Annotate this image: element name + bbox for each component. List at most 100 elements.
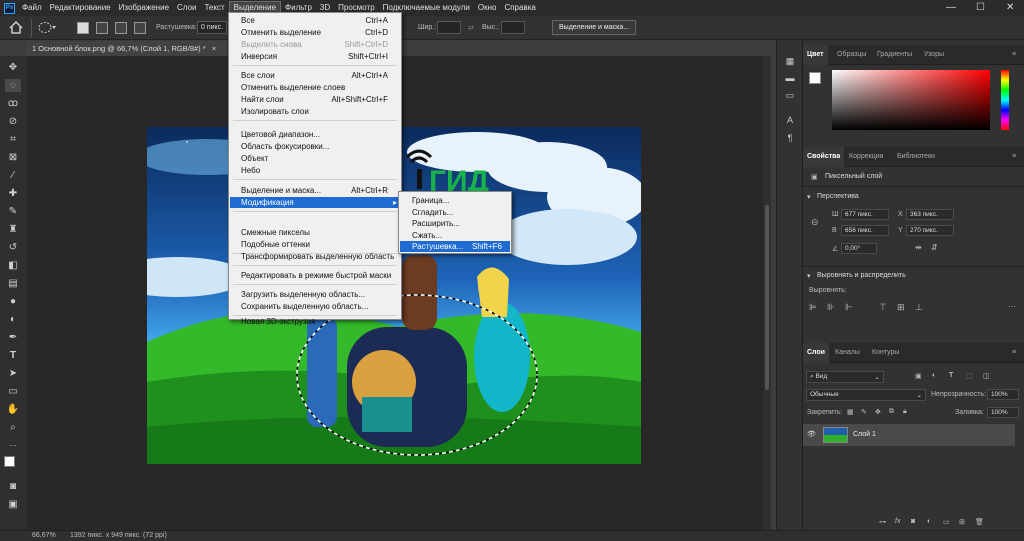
menu-item-0[interactable]: Все Ctrl+A: [230, 15, 400, 26]
menu-item-1[interactable]: Отменить выделение Ctrl+D: [230, 27, 400, 38]
swatches-panel-icon[interactable]: ▬: [783, 73, 797, 85]
menu-item-20[interactable]: Новая 3D-экструзия: [230, 316, 400, 327]
tab-adjustments[interactable]: Коррекция: [845, 147, 887, 167]
menu-item-12[interactable]: Выделение и маска... Alt+Ctrl+R: [230, 185, 400, 196]
layer-row[interactable]: 👁 Слой 1: [803, 424, 1015, 446]
menu-item-14[interactable]: Смежные пикселы: [230, 227, 400, 238]
flip-vertical-icon[interactable]: ⇵: [931, 243, 938, 252]
y-input[interactable]: 270 пикс.: [906, 225, 954, 236]
blur-tool-icon[interactable]: ●: [5, 295, 21, 308]
menu-item-4[interactable]: Все слои Alt+Ctrl+A: [230, 70, 400, 81]
color-panel-menu-icon[interactable]: ≡: [1008, 45, 1020, 65]
zoom-level[interactable]: 66,67%: [32, 532, 56, 539]
menu-help[interactable]: Справка: [500, 0, 539, 16]
fill-input[interactable]: 100%: [987, 407, 1019, 418]
layer-mask-icon[interactable]: ◙: [911, 518, 915, 525]
add-selection-icon[interactable]: [96, 22, 108, 34]
menu-layers[interactable]: Слои: [173, 0, 200, 16]
menu-item-10[interactable]: Объект: [230, 153, 400, 164]
photoshop-logo[interactable]: Ps: [4, 2, 15, 14]
pen-tool-icon[interactable]: ✒: [5, 331, 21, 344]
brush-tool-icon[interactable]: ✎: [5, 205, 21, 218]
submenu-item-3[interactable]: Сжать...: [400, 230, 510, 241]
hand-tool-icon[interactable]: ✋: [5, 403, 21, 416]
color-field[interactable]: [832, 70, 990, 130]
scrollbar-thumb[interactable]: [765, 205, 769, 390]
menu-text[interactable]: Текст: [200, 0, 228, 16]
menu-item-6[interactable]: Найти слои Alt+Shift+Ctrl+F: [230, 94, 400, 105]
angle-input[interactable]: 0,00°: [841, 243, 877, 254]
quick-mask-icon[interactable]: ◙: [5, 480, 21, 493]
align-vcenter-icon[interactable]: ⊞: [897, 302, 905, 313]
group-icon[interactable]: ▭: [943, 518, 950, 526]
history-brush-icon[interactable]: ↺: [5, 241, 21, 254]
flip-horizontal-icon[interactable]: ⇹: [915, 243, 922, 252]
dodge-tool-icon[interactable]: ◐: [5, 313, 21, 326]
lasso-tool-icon[interactable]: ꝏ: [5, 97, 21, 110]
foreground-color-swatch[interactable]: [4, 456, 15, 467]
menu-file[interactable]: Файл: [18, 0, 46, 16]
align-collapse-icon[interactable]: ▾: [807, 272, 811, 280]
more-tools-icon[interactable]: ···: [5, 439, 21, 452]
width-field[interactable]: [437, 21, 461, 34]
feather-field[interactable]: 0 пикс.: [197, 21, 227, 34]
filter-type-icon[interactable]: T: [949, 372, 953, 379]
transform-collapse-icon[interactable]: ▾: [807, 193, 811, 201]
gradient-tool-icon[interactable]: ▤: [5, 277, 21, 290]
home-icon[interactable]: [9, 21, 23, 34]
screen-mode-icon[interactable]: ▣: [5, 498, 21, 511]
menu-item-5[interactable]: Отменить выделение слоев: [230, 82, 400, 93]
tab-gradients[interactable]: Градиенты: [873, 45, 916, 65]
menu-item-8[interactable]: Цветовой диапазон...: [230, 129, 400, 140]
tab-patterns[interactable]: Узоры: [920, 45, 948, 65]
tab-properties[interactable]: Свойства: [803, 147, 845, 167]
eraser-tool-icon[interactable]: ◧: [5, 259, 21, 272]
menu-item-9[interactable]: Область фокусировки...: [230, 141, 400, 152]
adjustment-layer-icon[interactable]: ◐: [927, 518, 931, 525]
width-input[interactable]: 677 пикс.: [841, 209, 889, 220]
properties-menu-icon[interactable]: ≡: [1008, 147, 1020, 167]
minimize-button[interactable]: —: [946, 0, 956, 16]
link-dimensions-icon[interactable]: ⊝: [811, 217, 819, 228]
lock-all-icon[interactable]: 🔒︎: [903, 408, 907, 416]
elliptical-marquee-icon[interactable]: [38, 21, 56, 34]
menu-item-15[interactable]: Подобные оттенки: [230, 239, 400, 250]
align-right-icon[interactable]: ⊩: [845, 302, 853, 313]
type-tool-icon[interactable]: T: [5, 349, 21, 362]
hue-slider[interactable]: [1001, 70, 1009, 130]
character-panel-icon[interactable]: A: [783, 115, 797, 127]
tab-libraries[interactable]: Библиотеки: [893, 147, 939, 167]
tab-swatches[interactable]: Образцы: [833, 45, 870, 65]
filter-smart-icon[interactable]: ◫: [983, 372, 990, 380]
healing-tool-icon[interactable]: ✚: [5, 187, 21, 200]
x-input[interactable]: 363 пикс.: [906, 209, 954, 220]
visibility-eye-icon[interactable]: 👁: [807, 430, 816, 438]
tab-color[interactable]: Цвет: [803, 45, 828, 65]
tab-channels[interactable]: Каналы: [831, 343, 864, 363]
tab-layers[interactable]: Слои: [803, 343, 829, 363]
menu-window[interactable]: Окно: [474, 0, 501, 16]
align-hcenter-icon[interactable]: ⊪: [827, 302, 835, 313]
menu-item-13[interactable]: Модификация ▸: [230, 197, 400, 208]
status-arrow-icon[interactable]: ›: [146, 532, 148, 539]
menu-item-18[interactable]: Загрузить выделенную область...: [230, 289, 400, 300]
zoom-tool-icon[interactable]: ⌕: [5, 421, 21, 434]
document-tab[interactable]: 1 Основной блок.png @ 66,7% (Слой 1, RGB…: [26, 41, 226, 56]
new-selection-icon[interactable]: [77, 22, 89, 34]
crop-tool-icon[interactable]: ⌗: [5, 133, 21, 146]
menu-item-17[interactable]: Редактировать в режиме быстрой маски: [230, 270, 400, 281]
submenu-item-4[interactable]: Растушевка... Shift+F6: [400, 241, 510, 252]
align-top-icon[interactable]: ⊤: [879, 302, 887, 313]
move-tool-icon[interactable]: ✥: [5, 61, 21, 74]
close-tab-icon[interactable]: ×: [212, 44, 216, 53]
submenu-item-1[interactable]: Сгладить...: [400, 207, 510, 218]
opacity-input[interactable]: 100%: [987, 389, 1019, 400]
subtract-selection-icon[interactable]: [115, 22, 127, 34]
maximize-button[interactable]: ☐: [976, 0, 985, 16]
close-window-button[interactable]: ✕: [1006, 0, 1014, 16]
path-select-icon[interactable]: ➤: [5, 367, 21, 380]
tab-paths[interactable]: Контуры: [868, 343, 903, 363]
menu-item-3[interactable]: Инверсия Shift+Ctrl+I: [230, 51, 400, 62]
rectangle-tool-icon[interactable]: ▭: [5, 385, 21, 398]
blend-mode-dropdown[interactable]: Обычные ⌄: [806, 389, 926, 401]
